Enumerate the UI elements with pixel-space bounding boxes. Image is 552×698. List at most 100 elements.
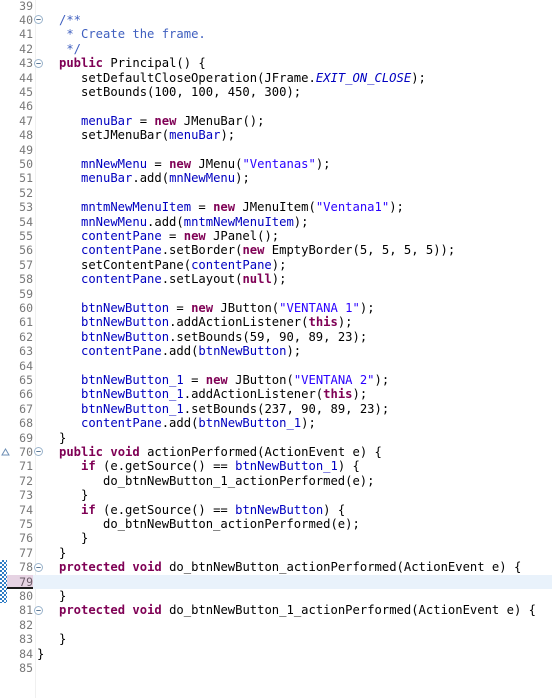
code-line[interactable]: 68 contentPane.add(btnNewButton_1); — [0, 416, 552, 430]
code-text[interactable]: protected void do_btnNewButton_1_actionP… — [37, 603, 552, 617]
code-line[interactable]: 85 — [0, 661, 552, 675]
code-text[interactable]: if (e.getSource() == btnNewButton) { — [37, 503, 552, 517]
code-line[interactable]: 78 protected void do_btnNewButton_actionP… — [0, 560, 552, 574]
code-text[interactable] — [37, 359, 552, 373]
line-number: 40 — [19, 12, 33, 27]
code-line[interactable]: 45 setBounds(100, 100, 450, 300); — [0, 85, 552, 99]
code-line[interactable]: 69} — [0, 431, 552, 445]
code-text[interactable] — [37, 574, 552, 589]
code-text[interactable] — [37, 0, 552, 13]
code-line[interactable]: 67 btnNewButton_1.setBounds(237, 90, 89, … — [0, 402, 552, 416]
code-text[interactable] — [37, 287, 552, 301]
code-text[interactable]: protected void do_btnNewButton_actionPer… — [37, 560, 552, 574]
code-text[interactable]: } — [37, 647, 552, 661]
token-fld: btnNewButton_1 — [235, 459, 338, 474]
code-line[interactable]: 52 — [0, 186, 552, 200]
code-text[interactable]: * Create the frame. — [37, 27, 552, 41]
code-text[interactable]: /** — [37, 13, 552, 27]
code-text[interactable] — [37, 143, 552, 157]
code-line[interactable]: 73} — [0, 488, 552, 502]
code-line[interactable]: 55 contentPane = new JPanel(); — [0, 229, 552, 243]
code-text[interactable]: contentPane = new JPanel(); — [37, 229, 552, 243]
code-line[interactable]: 43 public Principal() { — [0, 56, 552, 70]
code-line[interactable]: 62 btnNewButton.setBounds(59, 90, 89, 23)… — [0, 330, 552, 344]
code-text[interactable]: contentPane.add(btnNewButton_1); — [37, 416, 552, 430]
code-text[interactable]: menuBar.add(mnNewMenu); — [37, 171, 552, 185]
code-line[interactable]: 82 — [0, 618, 552, 632]
code-line[interactable]: 48 setJMenuBar(menuBar); — [0, 128, 552, 142]
code-line[interactable]: 65 btnNewButton_1 = new JButton("VENTANA … — [0, 373, 552, 387]
code-text[interactable]: } — [37, 531, 552, 545]
code-line[interactable]: 54 mnNewMenu.add(mntmNewMenuItem); — [0, 215, 552, 229]
code-line[interactable]: 70 public void actionPerformed(ActionEven… — [0, 445, 552, 459]
code-line[interactable]: 49 — [0, 143, 552, 157]
code-line[interactable]: 83} — [0, 632, 552, 646]
code-line[interactable]: 41 * Create the frame. — [0, 27, 552, 41]
code-text[interactable]: do_btnNewButton_actionPerformed(e); — [37, 517, 552, 531]
code-text[interactable]: setJMenuBar(menuBar); — [37, 128, 552, 142]
code-text[interactable]: setContentPane(contentPane); — [37, 258, 552, 272]
code-text[interactable] — [37, 661, 552, 675]
code-line[interactable]: 51 menuBar.add(mnNewMenu); — [0, 171, 552, 185]
code-line[interactable]: 61 btnNewButton.addActionListener(this); — [0, 315, 552, 329]
code-text[interactable]: setDefaultCloseOperation(JFrame.EXIT_ON_… — [37, 71, 552, 85]
code-line[interactable]: 56 contentPane.setBorder(new EmptyBorder(… — [0, 243, 552, 257]
code-line[interactable]: 47 menuBar = new JMenuBar(); — [0, 114, 552, 128]
token-pl: } — [59, 588, 67, 603]
code-text[interactable]: mnNewMenu.add(mntmNewMenuItem); — [37, 215, 552, 229]
code-text[interactable]: do_btnNewButton_1_actionPerformed(e); — [37, 474, 552, 488]
code-line[interactable]: 77} — [0, 546, 552, 560]
code-text[interactable]: contentPane.add(btnNewButton); — [37, 344, 552, 358]
code-line[interactable]: 72 do_btnNewButton_1_actionPerformed(e); — [0, 474, 552, 488]
code-line[interactable]: 39 — [0, 0, 552, 13]
code-text[interactable]: btnNewButton_1.addActionListener(this); — [37, 387, 552, 401]
code-text[interactable]: if (e.getSource() == btnNewButton_1) { — [37, 459, 552, 473]
code-line[interactable]: 80} — [0, 589, 552, 603]
code-line[interactable]: 84} — [0, 647, 552, 661]
code-line[interactable]: 44 setDefaultCloseOperation(JFrame.EXIT_O… — [0, 71, 552, 85]
code-line[interactable]: 81 protected void do_btnNewButton_1_actio… — [0, 603, 552, 617]
code-text[interactable]: public Principal() { — [37, 56, 552, 70]
code-text[interactable]: contentPane.setBorder(new EmptyBorder(5,… — [37, 243, 552, 257]
code-editor[interactable]: 39 40 /** 41 * Create the frame. 42 */43 publ… — [0, 0, 552, 698]
code-text[interactable]: menuBar = new JMenuBar(); — [37, 114, 552, 128]
code-line[interactable]: 71 if (e.getSource() == btnNewButton_1) { — [0, 459, 552, 473]
code-line[interactable]: 79 — [0, 574, 552, 589]
code-text[interactable]: } — [37, 431, 552, 445]
code-text[interactable]: mnNewMenu = new JMenu("Ventanas"); — [37, 157, 552, 171]
line-number: 73 — [19, 488, 33, 503]
code-line[interactable]: 40 /** — [0, 13, 552, 27]
code-line[interactable]: 60 btnNewButton = new JButton("VENTANA 1"… — [0, 301, 552, 315]
code-line[interactable]: 46 — [0, 99, 552, 113]
code-line[interactable]: 66 btnNewButton_1.addActionListener(this)… — [0, 387, 552, 401]
code-line[interactable]: 63 contentPane.add(btnNewButton); — [0, 344, 552, 358]
code-line[interactable]: 59 — [0, 287, 552, 301]
code-text[interactable]: } — [37, 488, 552, 502]
code-text[interactable] — [37, 618, 552, 632]
token-kw: protected — [59, 560, 126, 575]
code-text[interactable] — [37, 186, 552, 200]
code-text[interactable]: btnNewButton_1 = new JButton("VENTANA 2"… — [37, 373, 552, 387]
code-line[interactable]: 42 */ — [0, 42, 552, 56]
code-text[interactable]: public void actionPerformed(ActionEvent … — [37, 445, 552, 459]
code-text[interactable] — [37, 99, 552, 113]
code-text[interactable]: btnNewButton = new JButton("VENTANA 1"); — [37, 301, 552, 315]
code-line[interactable]: 74 if (e.getSource() == btnNewButton) { — [0, 503, 552, 517]
code-text[interactable]: } — [37, 546, 552, 560]
code-text[interactable]: } — [37, 589, 552, 603]
code-line[interactable]: 75 do_btnNewButton_actionPerformed(e); — [0, 517, 552, 531]
code-text[interactable]: mntmNewMenuItem = new JMenuItem("Ventana… — [37, 200, 552, 214]
code-text[interactable]: btnNewButton.setBounds(59, 90, 89, 23); — [37, 330, 552, 344]
code-text[interactable]: btnNewButton_1.setBounds(237, 90, 89, 23… — [37, 402, 552, 416]
code-line[interactable]: 64 — [0, 359, 552, 373]
code-text[interactable]: contentPane.setLayout(null); — [37, 272, 552, 286]
code-text[interactable]: setBounds(100, 100, 450, 300); — [37, 85, 552, 99]
code-line[interactable]: 53 mntmNewMenuItem = new JMenuItem("Venta… — [0, 200, 552, 214]
code-text[interactable]: btnNewButton.addActionListener(this); — [37, 315, 552, 329]
code-line[interactable]: 76} — [0, 531, 552, 545]
code-text[interactable]: */ — [37, 42, 552, 56]
code-line[interactable]: 50 mnNewMenu = new JMenu("Ventanas"); — [0, 157, 552, 171]
code-line[interactable]: 57 setContentPane(contentPane); — [0, 258, 552, 272]
code-line[interactable]: 58 contentPane.setLayout(null); — [0, 272, 552, 286]
code-text[interactable]: } — [37, 632, 552, 646]
